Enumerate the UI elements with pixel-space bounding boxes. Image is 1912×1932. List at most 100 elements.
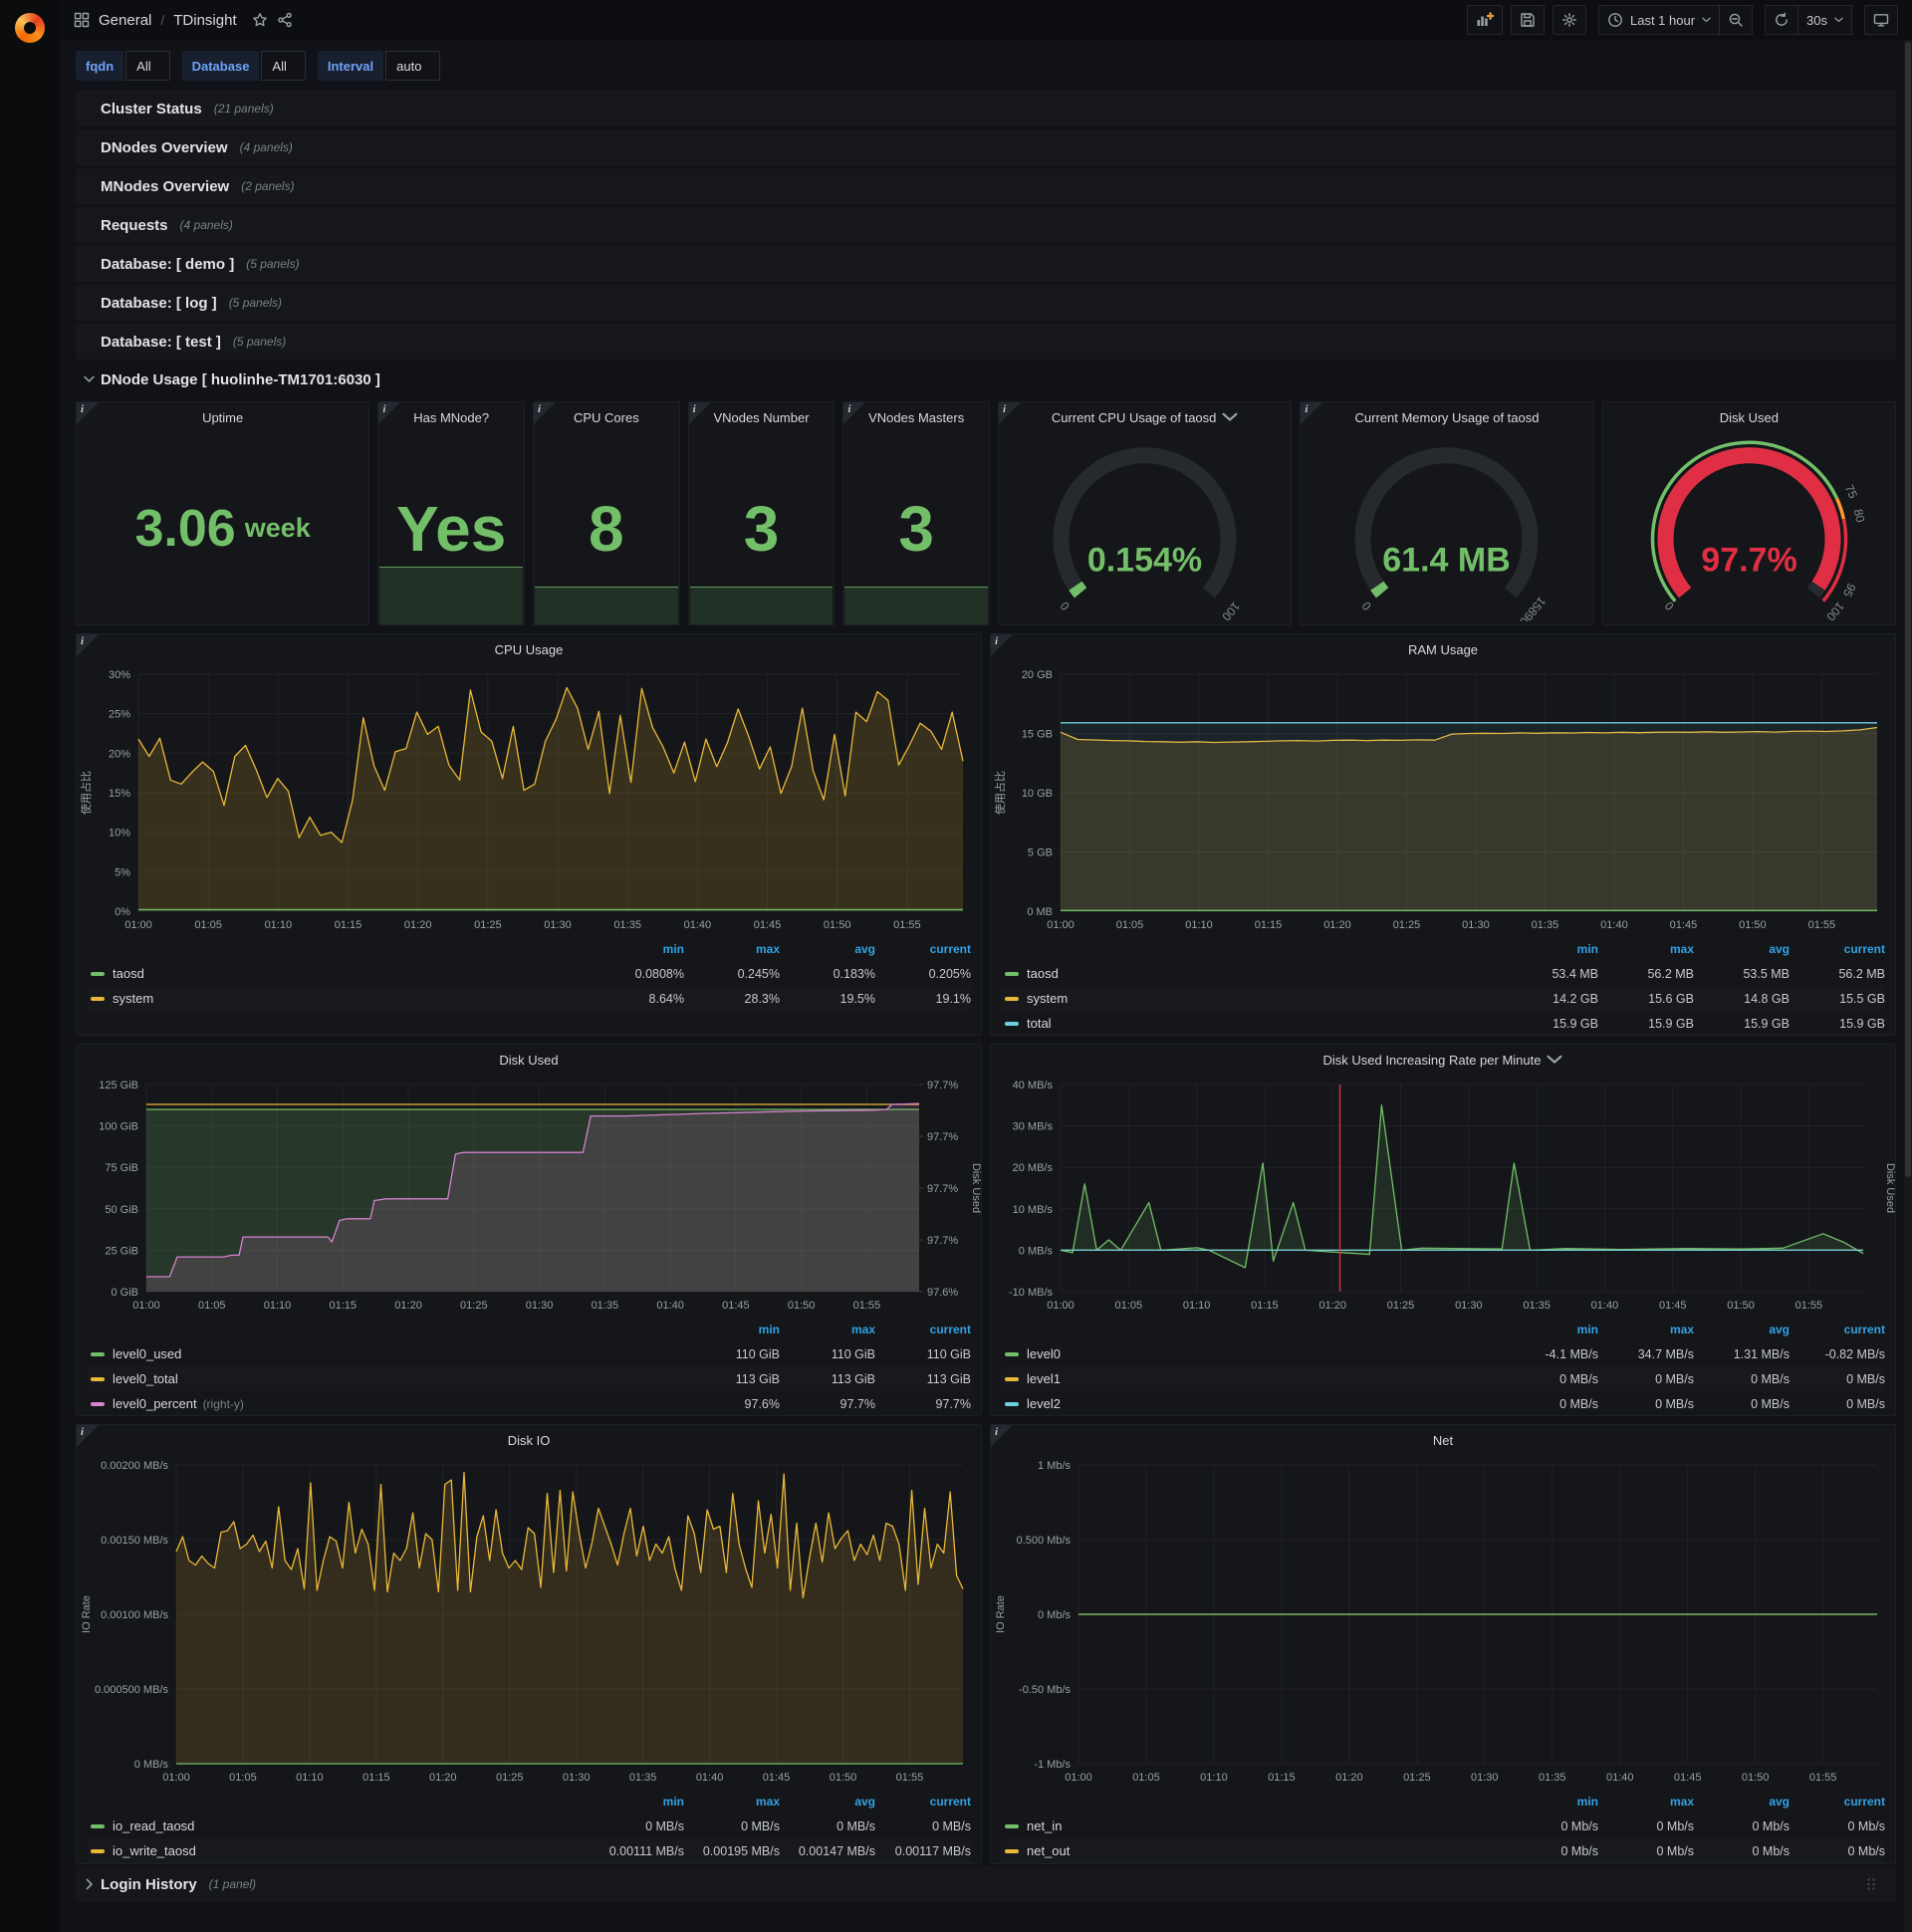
sidebar-item-server-admin[interactable]: [13, 347, 47, 380]
legend-column-avg[interactable]: avg: [1694, 942, 1790, 956]
sidebar-item-dashboards[interactable]: [13, 171, 47, 205]
panel-title[interactable]: Disk Used Increasing Rate per Minute: [991, 1045, 1895, 1075]
refresh-interval-picker[interactable]: 30s: [1798, 5, 1852, 35]
panel-title[interactable]: Current Memory Usage of taosd: [1301, 402, 1592, 432]
legend-column-max[interactable]: max: [684, 942, 780, 956]
legend-column-min[interactable]: min: [589, 1795, 684, 1809]
legend-series-name[interactable]: level0: [1027, 1346, 1061, 1361]
legend-column-max[interactable]: max: [780, 1323, 875, 1336]
panel-title[interactable]: Uptime: [77, 402, 368, 432]
legend-column-current[interactable]: current: [875, 942, 971, 956]
sidebar-item-configuration[interactable]: [13, 303, 47, 337]
panel-title[interactable]: Disk Used: [1603, 402, 1895, 432]
panel-info-icon[interactable]: i: [688, 402, 711, 424]
refresh-button[interactable]: [1765, 5, 1799, 35]
panel-info-icon[interactable]: i: [1301, 402, 1323, 424]
time-range-picker[interactable]: Last 1 hour: [1597, 5, 1721, 35]
variable-value-fqdn[interactable]: All: [125, 51, 170, 81]
dashboard-row[interactable]: DNodes Overview (4 panels): [76, 129, 1896, 165]
legend-series-name[interactable]: taosd: [113, 966, 144, 981]
drag-handle[interactable]: [1866, 1877, 1876, 1891]
legend-column-max[interactable]: max: [1598, 1323, 1694, 1336]
panel-title[interactable]: Net: [991, 1425, 1895, 1455]
dashboard-row[interactable]: Database: [ log ] (5 panels): [76, 285, 1896, 321]
legend-column-max[interactable]: max: [684, 1795, 780, 1809]
sidebar-item-explore[interactable]: [13, 215, 47, 249]
legend-series-name[interactable]: level2: [1027, 1396, 1061, 1411]
legend-series-name[interactable]: level0_percent: [113, 1396, 197, 1411]
legend-series-name[interactable]: net_in: [1027, 1818, 1062, 1833]
panel-info-icon[interactable]: i: [378, 402, 401, 424]
panel-title[interactable]: Disk IO: [77, 1425, 981, 1455]
dashboard-row[interactable]: Requests (4 panels): [76, 207, 1896, 243]
sidebar-item-help[interactable]: [13, 1880, 47, 1914]
variable-label-fqdn[interactable]: fqdn: [76, 51, 124, 81]
legend-series-name[interactable]: net_out: [1027, 1843, 1070, 1858]
add-panel-button[interactable]: [1466, 5, 1503, 35]
cycle-view-mode-button[interactable]: [1864, 5, 1898, 35]
panel-title[interactable]: Disk Used: [77, 1045, 981, 1075]
legend-column-current[interactable]: current: [875, 1323, 971, 1336]
variable-value-Interval[interactable]: auto: [385, 51, 441, 81]
sidebar-item-create[interactable]: [13, 127, 47, 161]
legend-series-name[interactable]: io_read_taosd: [113, 1818, 194, 1833]
panel-title[interactable]: RAM Usage: [991, 634, 1895, 664]
panel-info-icon[interactable]: i: [999, 402, 1021, 424]
panel-info-icon[interactable]: i: [77, 1425, 99, 1447]
breadcrumb-page[interactable]: TDinsight: [173, 12, 236, 29]
row-dnode-usage[interactable]: DNode Usage [ huolinhe-TM1701:6030 ]: [76, 363, 1896, 395]
legend-column-avg[interactable]: avg: [1694, 1323, 1790, 1336]
legend-column-min[interactable]: min: [1503, 1323, 1598, 1336]
legend-column-current[interactable]: current: [1790, 1323, 1885, 1336]
legend-column-min[interactable]: min: [589, 942, 684, 956]
legend-column-current[interactable]: current: [1790, 1795, 1885, 1809]
legend-series-name[interactable]: level1: [1027, 1371, 1061, 1386]
legend-column-avg[interactable]: avg: [780, 942, 875, 956]
panel-info-icon[interactable]: i: [991, 1425, 1013, 1447]
panel-info-icon[interactable]: i: [843, 402, 866, 424]
legend-column-min[interactable]: min: [1503, 1795, 1598, 1809]
legend-column-current[interactable]: current: [1790, 942, 1885, 956]
variable-label-Interval[interactable]: Interval: [317, 51, 384, 81]
legend-column-max[interactable]: max: [1598, 942, 1694, 956]
legend-series-name[interactable]: io_write_taosd: [113, 1843, 196, 1858]
save-dashboard-button[interactable]: [1510, 5, 1545, 35]
panel-title[interactable]: CPU Usage: [77, 634, 981, 664]
legend-series-name[interactable]: system: [1027, 991, 1068, 1006]
dashboard-row[interactable]: Database: [ demo ] (5 panels): [76, 246, 1896, 282]
legend-series-name[interactable]: taosd: [1027, 966, 1059, 981]
panel-info-icon[interactable]: i: [77, 402, 99, 424]
scrollbar-thumb[interactable]: [1905, 42, 1911, 1177]
dashboard-row[interactable]: MNodes Overview (2 panels): [76, 168, 1896, 204]
legend-series-name[interactable]: level0_total: [113, 1371, 178, 1386]
sidebar-item-search[interactable]: [13, 84, 47, 118]
zoom-out-time-button[interactable]: [1720, 5, 1754, 35]
legend-column-current[interactable]: current: [875, 1795, 971, 1809]
variable-label-Database[interactable]: Database: [181, 51, 260, 81]
star-dashboard-icon[interactable]: [252, 12, 268, 28]
scrollbar-track[interactable]: [1904, 40, 1912, 1932]
chart-legend: min max avg current net_in 0 Mb/s 0 Mb/s 0 Mb/s…: [991, 1788, 1895, 1863]
grafana-logo[interactable]: [0, 0, 60, 56]
sidebar-item-alerting[interactable]: [13, 259, 47, 293]
dashboard-settings-button[interactable]: [1552, 5, 1586, 35]
share-dashboard-icon[interactable]: [277, 12, 293, 28]
legend-series-name[interactable]: system: [113, 991, 153, 1006]
legend-column-avg[interactable]: avg: [1694, 1795, 1790, 1809]
legend-column-min[interactable]: min: [1503, 942, 1598, 956]
variable-value-Database[interactable]: All: [261, 51, 306, 81]
panel-info-icon[interactable]: i: [534, 402, 556, 424]
legend-column-avg[interactable]: avg: [780, 1795, 875, 1809]
legend-column-max[interactable]: max: [1598, 1795, 1694, 1809]
legend-column-min[interactable]: min: [684, 1323, 780, 1336]
row-login-history[interactable]: Login History (1 panel): [76, 1866, 1896, 1902]
breadcrumb-section[interactable]: General: [99, 12, 151, 29]
panel-info-icon[interactable]: i: [77, 634, 99, 656]
legend-series-name[interactable]: total: [1027, 1016, 1052, 1031]
sidebar-item-user-profile[interactable]: [13, 1832, 47, 1866]
panel-info-icon[interactable]: i: [991, 634, 1013, 656]
dashboard-row[interactable]: Cluster Status (21 panels): [76, 91, 1896, 126]
panel-title[interactable]: Current CPU Usage of taosd: [999, 402, 1291, 432]
dashboard-row[interactable]: Database: [ test ] (5 panels): [76, 324, 1896, 360]
legend-series-name[interactable]: level0_used: [113, 1346, 181, 1361]
